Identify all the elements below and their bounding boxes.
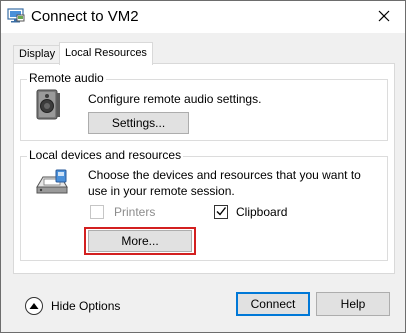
chevron-up-icon — [29, 299, 39, 313]
local-resources-panel: Remote audio Configure remote audio sett… — [13, 63, 395, 274]
remote-audio-description: Configure remote audio settings. — [88, 92, 262, 106]
local-devices-group: Local devices and resources Choose the d… — [20, 148, 388, 261]
audio-settings-button[interactable]: Settings... — [88, 112, 189, 134]
title-bar: Connect to VM2 — [1, 1, 405, 33]
local-devices-description-line1: Choose the devices and resources that yo… — [88, 168, 361, 182]
tab-local-resources[interactable]: Local Resources — [59, 42, 153, 65]
close-icon — [378, 10, 390, 25]
tab-display[interactable]: Display — [13, 45, 62, 64]
help-button[interactable]: Help — [316, 292, 390, 316]
checkmark-icon — [215, 205, 227, 220]
close-button[interactable] — [363, 1, 405, 33]
hide-options-toggle[interactable] — [25, 297, 43, 315]
clipboard-checkbox-label: Clipboard — [236, 205, 288, 219]
speaker-icon — [35, 89, 61, 124]
remote-audio-group-label: Remote audio — [27, 71, 106, 85]
window-title: Connect to VM2 — [31, 8, 139, 25]
local-devices-group-label: Local devices and resources — [27, 148, 184, 162]
more-button[interactable]: More... — [88, 230, 192, 252]
remote-audio-group: Remote audio Configure remote audio sett… — [20, 71, 388, 141]
remote-desktop-app-icon — [7, 7, 25, 25]
connect-button[interactable]: Connect — [236, 292, 310, 316]
printers-checkbox[interactable] — [90, 205, 104, 219]
clipboard-checkbox[interactable] — [214, 205, 228, 219]
devices-icon — [35, 169, 69, 200]
hide-options-label[interactable]: Hide Options — [51, 299, 120, 313]
remote-desktop-dialog: Connect to VM2 Display Local Resources R… — [0, 0, 406, 333]
local-devices-description-line2: use in your remote session. — [88, 184, 235, 198]
printers-checkbox-label: Printers — [114, 205, 156, 219]
